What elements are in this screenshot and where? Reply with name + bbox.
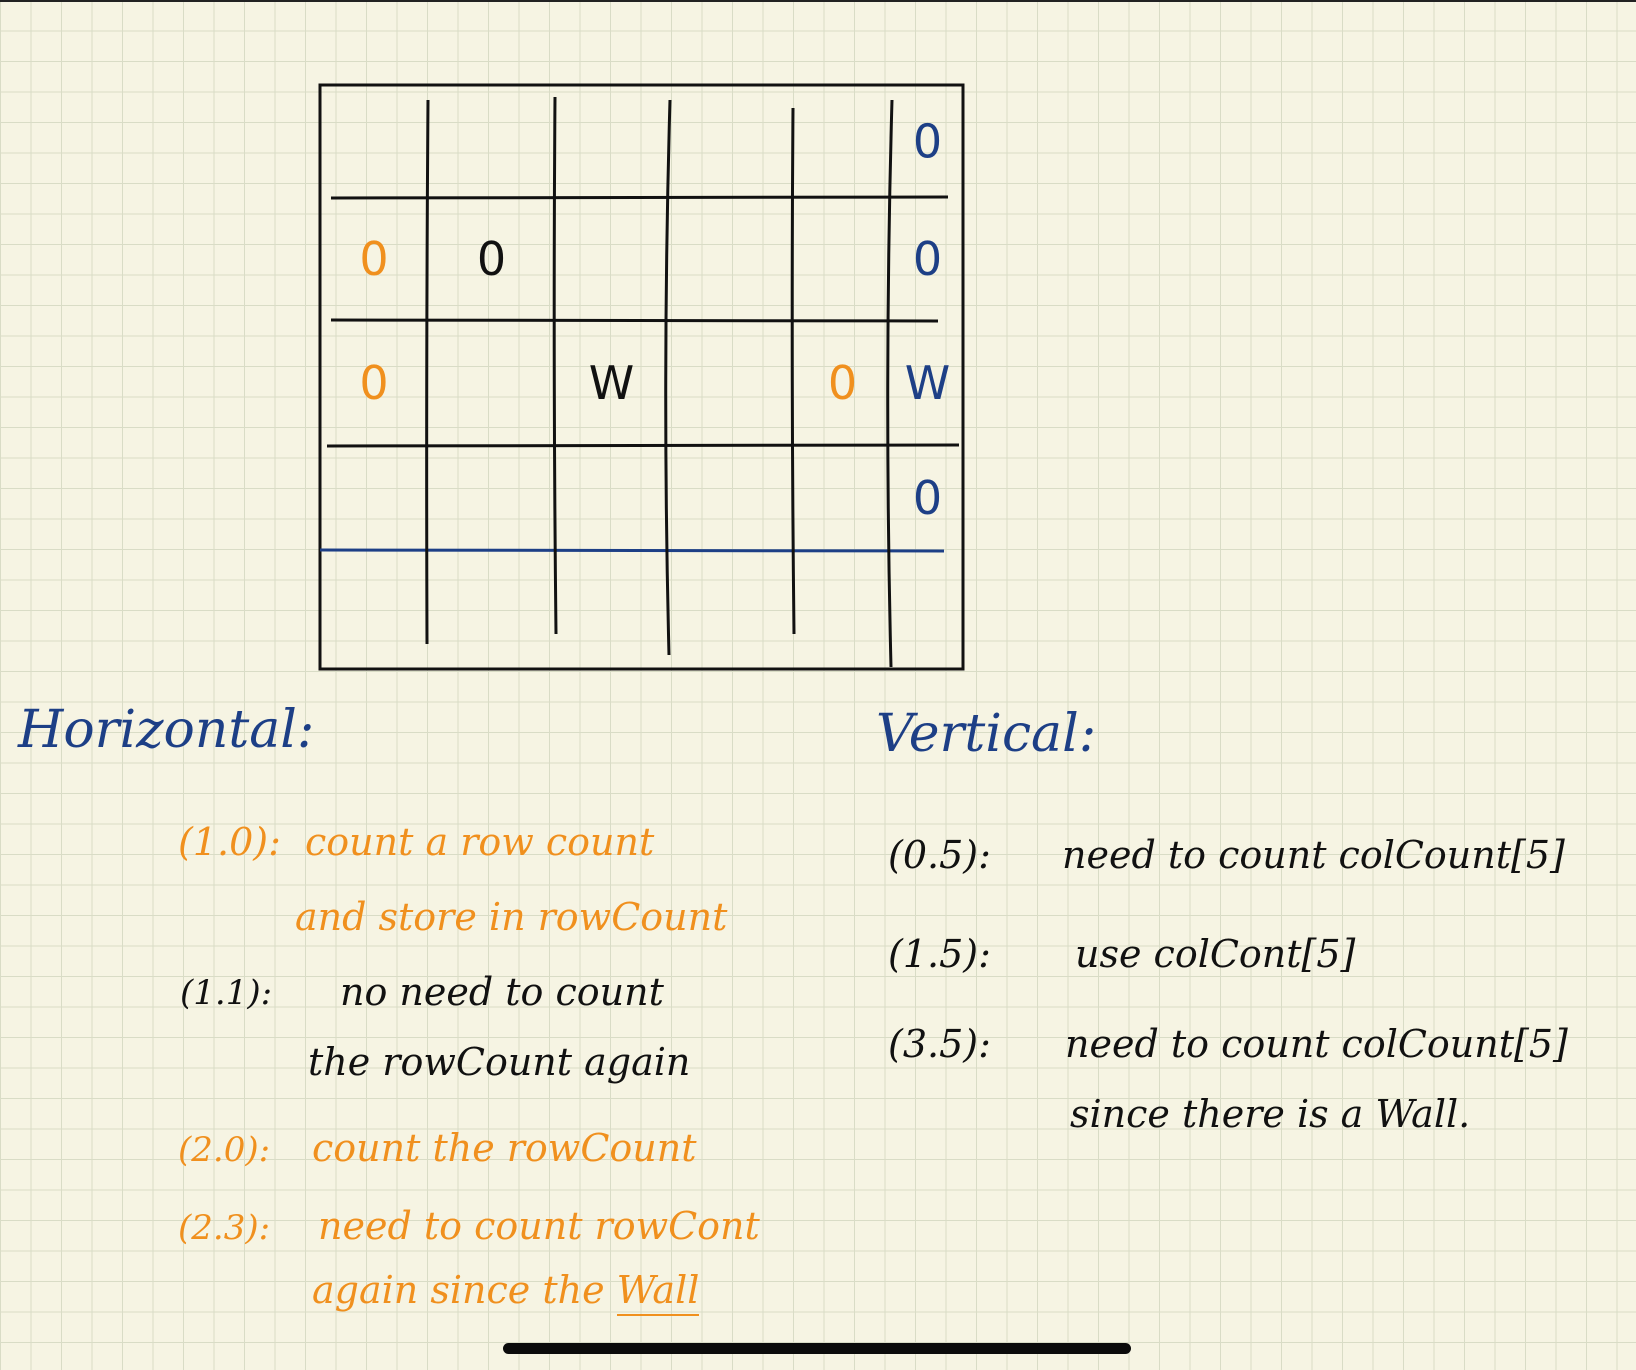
- board-column-lines: [425, 96, 894, 668]
- cell-mark-r0c5: 0: [913, 115, 942, 169]
- h-note-4-line-2-text: again since the: [312, 1268, 605, 1312]
- vertical-heading: Vertical:: [876, 704, 1097, 764]
- home-indicator-bar[interactable]: [503, 1343, 1131, 1354]
- cell-mark-r2c2: W: [589, 356, 634, 410]
- board-row-line: [326, 443, 960, 448]
- board-row-lines: [319, 195, 960, 553]
- h-note-1-line-2: and store in rowCount: [295, 895, 728, 939]
- board-row-line: [319, 548, 945, 553]
- board-column-line: [425, 99, 430, 645]
- board-outline: [318, 83, 965, 671]
- v-note-3-line-1: need to count colCount[5]: [1065, 1022, 1568, 1066]
- cell-mark-r2c4: 0: [828, 356, 857, 410]
- cell-mark-r1c1: 0: [477, 232, 506, 286]
- h-note-1-label: (1.0):: [178, 820, 281, 864]
- h-note-2-line-2: the rowCount again: [308, 1040, 691, 1084]
- v-note-3-line-2: since there is a Wall.: [1070, 1092, 1471, 1136]
- h-note-1-line-1: count a row count: [305, 820, 655, 864]
- h-note-3-line-1: count the rowCount: [312, 1126, 697, 1170]
- cell-mark-r2c0: 0: [359, 356, 388, 410]
- h-note-2-line-1: no need to count: [340, 970, 664, 1014]
- h-note-4-wall-underlined: Wall: [616, 1268, 700, 1316]
- cell-mark-r1c5: 0: [913, 232, 942, 286]
- h-note-4-label: (2.3):: [178, 1208, 271, 1248]
- h-note-4-line-1: need to count rowCont: [318, 1204, 760, 1248]
- cell-mark-r3c5: 0: [913, 471, 942, 525]
- h-note-2-label: (1.1):: [180, 973, 273, 1013]
- h-note-3-label: (2.0):: [178, 1130, 271, 1170]
- horizontal-heading: Horizontal:: [18, 700, 315, 760]
- board-column-line: [790, 107, 796, 635]
- board-column-line: [664, 99, 672, 656]
- v-note-1-label: (0.5):: [888, 833, 991, 877]
- cell-mark-r1c0: 0: [359, 232, 388, 286]
- cell-mark-r2c5: W: [905, 356, 950, 410]
- v-note-1-line-1: need to count colCount[5]: [1062, 833, 1565, 877]
- v-note-3-label: (3.5):: [888, 1022, 991, 1066]
- board-row-line: [330, 318, 939, 323]
- v-note-2-line-1: use colCont[5]: [1075, 932, 1356, 976]
- h-note-4-line-2: again since the Wall: [312, 1268, 700, 1316]
- board-row-line: [330, 195, 949, 200]
- board-column-line: [886, 99, 894, 668]
- board-column-line: [552, 96, 558, 635]
- v-note-2-label: (1.5):: [888, 932, 991, 976]
